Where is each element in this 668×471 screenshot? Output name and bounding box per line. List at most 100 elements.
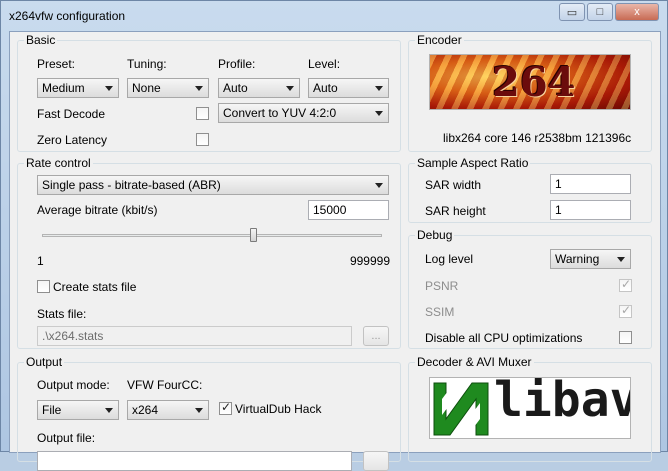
stats-file-label: Stats file: — [37, 307, 87, 321]
sar-height-input[interactable]: 1 — [550, 200, 631, 220]
stats-browse-button[interactable]: ... — [363, 326, 389, 346]
output-file-input[interactable] — [37, 451, 352, 471]
log-level-label: Log level — [425, 252, 474, 266]
output-group: Output Output mode: File VFW FourCC: x26… — [17, 355, 401, 471]
slider-min-label: 1 — [37, 254, 44, 268]
sar-width-value: 1 — [555, 177, 562, 191]
colorspace-combo[interactable]: Convert to YUV 4:2:0 — [218, 103, 389, 123]
fourcc-value: x264 — [132, 403, 159, 417]
rate-control-mode-value: Single pass - bitrate-based (ABR) — [42, 178, 221, 192]
tuning-value: None — [132, 81, 161, 95]
chevron-down-icon — [375, 86, 383, 91]
chevron-down-icon — [195, 86, 203, 91]
chevron-down-icon — [195, 408, 203, 413]
tuning-label: Tuning: — [127, 57, 167, 71]
create-stats-label: Create stats file — [53, 280, 137, 294]
fast-decode-label: Fast Decode — [37, 107, 106, 121]
libav-logo: libav — [429, 377, 631, 439]
zero-latency-checkbox[interactable] — [196, 133, 209, 146]
chevron-down-icon — [617, 257, 625, 262]
stats-file-input[interactable]: .\x264.stats — [37, 326, 352, 346]
profile-label: Profile: — [218, 57, 256, 71]
caption-buttons: ▭ □ x — [559, 3, 659, 21]
encoder-group-label: Encoder — [415, 33, 464, 47]
chevron-down-icon — [105, 86, 113, 91]
output-mode-label: Output mode: — [37, 378, 110, 392]
profile-combo[interactable]: Auto — [218, 78, 300, 98]
disable-cpu-checkbox[interactable] — [619, 331, 632, 344]
ssim-label: SSIM — [425, 305, 455, 319]
chevron-down-icon — [375, 183, 383, 188]
colorspace-value: Convert to YUV 4:2:0 — [223, 106, 337, 120]
libav-logo-text: libav — [494, 377, 631, 428]
psnr-label: PSNR — [425, 279, 459, 293]
decoder-group: Decoder & AVI Muxer libav — [408, 355, 652, 462]
slider-max-label: 999999 — [349, 254, 390, 268]
window-title: x264vfw configuration — [9, 9, 126, 23]
decoder-group-label: Decoder & AVI Muxer — [415, 355, 534, 369]
profile-value: Auto — [223, 81, 248, 95]
encoder-version: libx264 core 146 r2538bm 121396c — [443, 131, 632, 145]
disable-cpu-label: Disable all CPU optimizations — [425, 331, 583, 345]
fast-decode-checkbox[interactable] — [196, 107, 209, 120]
output-mode-value: File — [42, 403, 62, 417]
config-window: x264vfw configuration ▭ □ x Basic Preset… — [0, 0, 668, 471]
bitrate-value: 15000 — [313, 203, 347, 217]
basic-group-label: Basic — [24, 33, 58, 47]
vdub-hack-checkbox[interactable] — [219, 400, 232, 415]
rate-control-group-label: Rate control — [24, 156, 93, 170]
zero-latency-label: Zero Latency — [37, 133, 108, 147]
preset-value: Medium — [42, 81, 85, 95]
chevron-down-icon — [375, 111, 383, 116]
rate-control-group: Rate control Single pass - bitrate-based… — [17, 156, 401, 349]
vdub-hack-label: VirtualDub Hack — [235, 402, 322, 416]
sar-height-label: SAR height — [425, 204, 486, 218]
bitrate-slider-track[interactable] — [42, 234, 382, 237]
create-stats-checkbox[interactable] — [37, 280, 50, 293]
maximize-icon: □ — [596, 6, 604, 18]
level-combo[interactable]: Auto — [308, 78, 389, 98]
sar-width-label: SAR width — [425, 178, 482, 192]
preset-combo[interactable]: Medium — [37, 78, 119, 98]
rate-control-mode-combo[interactable]: Single pass - bitrate-based (ABR) — [37, 175, 389, 195]
sar-group: Sample Aspect Ratio SAR width 1 SAR heig… — [408, 156, 652, 223]
chevron-down-icon — [105, 408, 113, 413]
output-group-label: Output — [24, 355, 65, 369]
x264-logo: 264 — [429, 54, 631, 110]
fourcc-combo[interactable]: x264 — [127, 400, 209, 420]
sar-width-input[interactable]: 1 — [550, 174, 631, 194]
chevron-down-icon — [286, 86, 294, 91]
basic-group: Basic Preset: Medium Tuning: None Profil… — [17, 33, 401, 152]
x264-logo-text: 264 — [492, 59, 576, 106]
psnr-checkbox[interactable] — [619, 277, 632, 292]
fourcc-label: VFW FourCC: — [127, 378, 203, 392]
sar-group-label: Sample Aspect Ratio — [415, 156, 531, 170]
output-file-label: Output file: — [37, 431, 96, 445]
dialog-client-area: Basic Preset: Medium Tuning: None Profil… — [9, 31, 661, 471]
bitrate-input[interactable]: 15000 — [308, 200, 389, 220]
level-label: Level: — [308, 57, 341, 71]
browse-label: ... — [371, 330, 381, 342]
stats-file-value: .\x264.stats — [42, 329, 104, 343]
sar-height-value: 1 — [555, 203, 562, 217]
debug-group-label: Debug — [415, 228, 455, 242]
output-mode-combo[interactable]: File — [37, 400, 119, 420]
minimize-icon: ▭ — [566, 6, 578, 19]
output-browse-button[interactable] — [363, 451, 389, 471]
title-bar[interactable]: x264vfw configuration ▭ □ x — [1, 1, 667, 31]
debug-group: Debug Log level Warning PSNR SSIM Disabl… — [408, 228, 652, 349]
ssim-checkbox[interactable] — [619, 303, 632, 318]
level-value: Auto — [313, 81, 338, 95]
tuning-combo[interactable]: None — [127, 78, 209, 98]
encoder-group: Encoder 264 libx264 core 146 r2538bm 121… — [408, 33, 652, 152]
log-level-value: Warning — [555, 252, 600, 266]
preset-label: Preset: — [37, 57, 76, 71]
bitrate-label: Average bitrate (kbit/s) — [37, 203, 158, 217]
close-icon: x — [634, 6, 640, 18]
log-level-combo[interactable]: Warning — [550, 249, 631, 269]
maximize-button[interactable]: □ — [587, 3, 613, 21]
close-button[interactable]: x — [615, 3, 659, 21]
bitrate-slider-thumb[interactable] — [249, 228, 257, 242]
libav-zigzag-icon — [433, 382, 489, 436]
minimize-button[interactable]: ▭ — [559, 3, 585, 21]
